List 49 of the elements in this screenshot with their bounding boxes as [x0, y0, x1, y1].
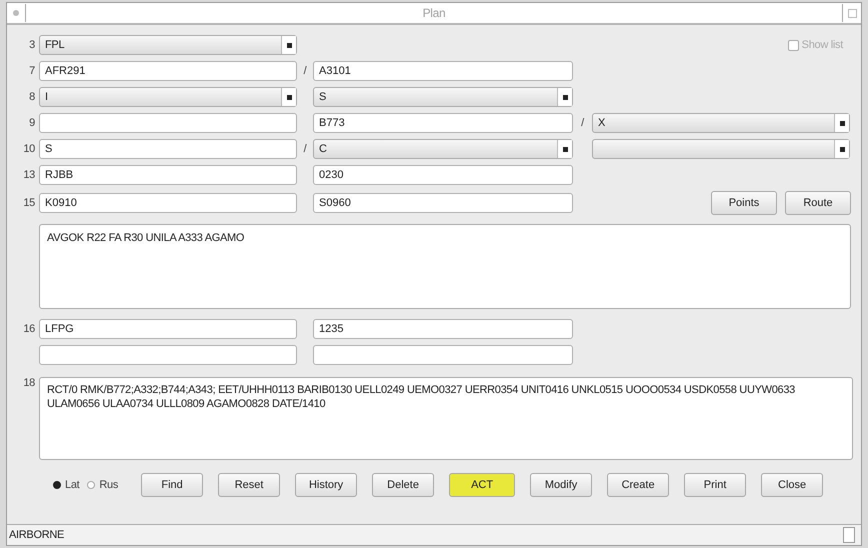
text-field[interactable]: [39, 113, 297, 133]
separator-slash: /: [302, 65, 308, 77]
toolbar-button[interactable]: Points: [711, 191, 777, 215]
action-button[interactable]: ACT: [449, 473, 516, 497]
field-number: 9: [28, 117, 36, 129]
alphabet-radio[interactable]: Lat: [53, 479, 80, 491]
text-field[interactable]: 1235: [313, 319, 573, 339]
separator-slash: /: [302, 143, 308, 155]
text-field[interactable]: AFR291: [39, 61, 297, 81]
status-text: AIRBORNE: [8, 529, 66, 541]
text-field[interactable]: 0230: [313, 165, 573, 185]
dropdown[interactable]: S: [313, 87, 573, 107]
action-button[interactable]: Find: [141, 473, 204, 497]
text-field[interactable]: [313, 345, 573, 365]
action-button[interactable]: Reset: [218, 473, 280, 497]
alphabet-radio[interactable]: Rus: [87, 479, 118, 491]
dropdown[interactable]: [592, 139, 850, 159]
text-field[interactable]: RJBB: [39, 165, 297, 185]
action-button[interactable]: Create: [607, 473, 670, 497]
field-number: 13: [22, 169, 36, 181]
toolbar-button[interactable]: Route: [785, 191, 851, 215]
field-number: 15: [22, 197, 36, 209]
action-button[interactable]: Close: [761, 473, 824, 497]
action-button[interactable]: Modify: [530, 473, 592, 497]
dropdown[interactable]: C: [313, 139, 573, 159]
dropdown[interactable]: X: [592, 113, 850, 133]
field-number: 16: [22, 323, 36, 335]
dropdown[interactable]: I: [39, 87, 297, 107]
text-field[interactable]: [39, 345, 297, 365]
text-field[interactable]: S: [39, 139, 297, 159]
resize-grip-icon: [843, 527, 855, 543]
action-button[interactable]: Delete: [372, 473, 434, 497]
field-number: 10: [22, 143, 36, 155]
action-button[interactable]: Print: [684, 473, 746, 497]
dropdown[interactable]: FPL: [39, 35, 297, 55]
window-title: Plan: [422, 6, 446, 20]
field-number: 7: [28, 65, 36, 77]
separator-slash: /: [580, 117, 586, 129]
text-field[interactable]: A3101: [313, 61, 573, 81]
text-field[interactable]: B773: [313, 113, 573, 133]
remarks-field[interactable]: RCT/0 RMK/B772;A332;B744;A343; EET/UHHH0113 BARIB0130 UELL0249 UEMO0327 UERR0354 UNIT0416 UNKL0515 UOOO0534 USDK0558 UUYW0633 ULAM0656 ULAA0734 ULLL0809 AGAMO0828 DATE/1410: [39, 377, 853, 460]
text-field[interactable]: K0910: [39, 193, 297, 213]
text-field[interactable]: LFPG: [39, 319, 297, 339]
field-number: 18: [22, 377, 36, 391]
action-button[interactable]: History: [295, 473, 358, 497]
field-number: 8: [28, 91, 36, 103]
text-field[interactable]: S0960: [313, 193, 573, 213]
route-field[interactable]: AVGOK R22 FA R30 UNILA A333 AGAMO: [39, 224, 851, 309]
field-number: 3: [28, 39, 36, 51]
